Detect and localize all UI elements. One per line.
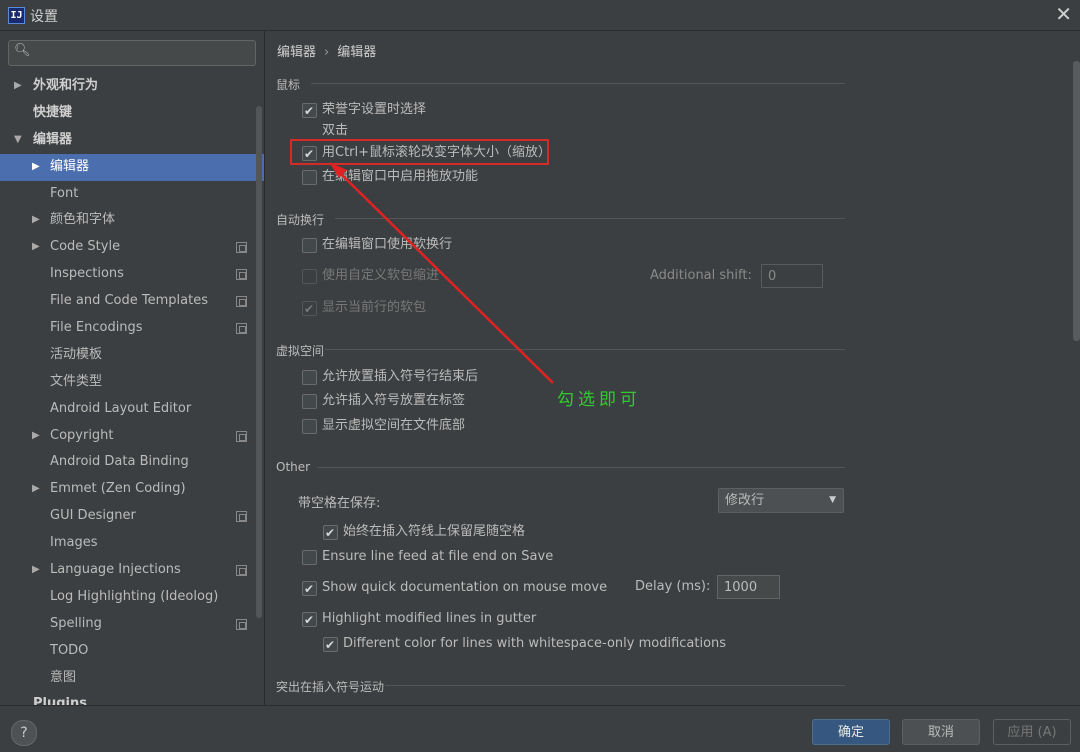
- tree-item-label: Emmet (Zen Coding): [50, 481, 186, 497]
- tree-item-label: Spelling: [50, 615, 102, 631]
- project-settings-icon: [236, 565, 247, 577]
- chevron-down-icon[interactable]: ▼: [14, 127, 22, 154]
- project-settings-icon: [236, 296, 247, 308]
- search-icon: 🔍︎: [14, 43, 31, 58]
- tree-item-label: Images: [50, 535, 98, 551]
- tree-item-label: Plugins: [33, 696, 87, 705]
- project-settings-icon: [236, 323, 247, 335]
- tree-item[interactable]: Inspections: [0, 261, 264, 288]
- search-input[interactable]: 🔍︎: [8, 40, 256, 66]
- tree-item-label: File Encodings: [50, 320, 143, 336]
- tree-item[interactable]: Images: [0, 530, 264, 557]
- chevron-right-icon[interactable]: ▶: [32, 423, 40, 450]
- tree-item-label: 文件类型: [50, 373, 103, 389]
- tree-item-label: Code Style: [50, 239, 121, 255]
- tree-item-label: 快捷键: [33, 104, 73, 120]
- tree-item[interactable]: GUI Designer: [0, 503, 264, 530]
- project-settings-icon: [236, 618, 247, 630]
- apply-button[interactable]: 应用 (A): [993, 719, 1071, 745]
- chevron-right-icon[interactable]: ▶: [32, 557, 40, 584]
- tree-item[interactable]: File Encodings: [0, 315, 264, 342]
- tree-item-label: Font: [50, 185, 79, 201]
- tree-item[interactable]: ▶ Copyright: [0, 423, 264, 450]
- title-bar: IJ 设置 ✕: [0, 0, 1080, 31]
- tree-item-label: 编辑器: [50, 158, 90, 174]
- tree-item[interactable]: ▶ Language Injections: [0, 557, 264, 584]
- settings-tree: ▶ 外观和行为快捷键 ▼ 编辑器 ▶ 编辑器 Font ▶ 颜色和字体 ▶ Code Style In…: [0, 73, 264, 705]
- tree-item-label: Copyright: [50, 427, 114, 443]
- tree-item-label: 颜色和字体: [50, 212, 116, 228]
- chevron-right-icon[interactable]: ▶: [32, 234, 40, 261]
- project-settings-icon: [236, 430, 247, 442]
- window-title: 设置: [30, 9, 58, 25]
- chevron-right-icon[interactable]: ▶: [32, 207, 40, 234]
- tree-item[interactable]: TODO: [0, 638, 264, 665]
- tree-item-label: Inspections: [50, 266, 124, 282]
- settings-content: 编辑器›编辑器 鼠标 荣誉字设置时选择 双击 用Ctrl+鼠标滚轮改变字体大小（…: [265, 31, 1080, 705]
- tree-item-label: 外观和行为: [33, 78, 99, 93]
- settings-sidebar: 🔍︎ ▶ 外观和行为快捷键 ▼ 编辑器 ▶ 编辑器 Font ▶ 颜色和字体 ▶ Code Styl…: [0, 31, 265, 705]
- tree-item-label: 意图: [50, 669, 77, 685]
- tree-item-label: GUI Designer: [50, 508, 136, 524]
- annotation-text: 勾选即可: [557, 390, 641, 410]
- chevron-right-icon[interactable]: ▶: [32, 154, 40, 181]
- project-settings-icon: [236, 269, 247, 281]
- tree-item[interactable]: 意图: [0, 665, 264, 692]
- tree-item[interactable]: ▶ 外观和行为: [0, 73, 264, 100]
- ok-button[interactable]: 确定: [812, 719, 890, 745]
- tree-item-label: Android Data Binding: [50, 454, 189, 470]
- tree-item-label: File and Code Templates: [50, 293, 208, 309]
- tree-item[interactable]: ▶ 编辑器: [0, 153, 264, 181]
- tree-item-label: Log Highlighting (Ideolog): [50, 588, 219, 604]
- tree-item[interactable]: ▶ Emmet (Zen Coding): [0, 476, 264, 503]
- tree-item-label: 活动模板: [50, 346, 103, 362]
- tree-item-label: Android Layout Editor: [50, 400, 192, 416]
- chevron-right-icon[interactable]: ▶: [14, 73, 22, 100]
- tree-item[interactable]: Android Layout Editor: [0, 396, 264, 423]
- project-settings-icon: [236, 242, 247, 254]
- project-settings-icon: [236, 511, 247, 523]
- tree-item[interactable]: Log Highlighting (Ideolog): [0, 584, 264, 611]
- arrow-shaft: [336, 169, 554, 384]
- tree-item[interactable]: Font: [0, 181, 264, 208]
- annotation-arrow: [329, 162, 554, 384]
- tree-item[interactable]: 活动模板: [0, 342, 264, 369]
- tree-item[interactable]: Android Data Binding: [0, 449, 264, 476]
- tree-item[interactable]: Plugins: [0, 691, 264, 705]
- tree-item-label: TODO: [50, 642, 89, 658]
- tree-item-label: 编辑器: [33, 131, 73, 147]
- tree-item-label: Language Injections: [50, 562, 181, 578]
- tree-item[interactable]: 文件类型: [0, 369, 264, 396]
- tree-item[interactable]: ▼ 编辑器: [0, 127, 264, 154]
- tree-item[interactable]: 快捷键: [0, 100, 264, 127]
- chevron-right-icon[interactable]: ▶: [32, 476, 40, 503]
- close-icon[interactable]: ✕: [1055, 2, 1072, 26]
- sidebar-scrollbar[interactable]: [256, 106, 262, 618]
- cancel-button[interactable]: 取消: [902, 719, 980, 745]
- dialog-footer: ? 确定 取消 应用 (A): [0, 705, 1080, 752]
- tree-item[interactable]: ▶ 颜色和字体: [0, 207, 264, 234]
- tree-item[interactable]: File and Code Templates: [0, 288, 264, 315]
- tree-item[interactable]: ▶ Code Style: [0, 234, 264, 261]
- tree-item[interactable]: Spelling: [0, 611, 264, 638]
- help-button[interactable]: ?: [11, 720, 37, 746]
- intellij-app-icon: IJ: [8, 7, 25, 24]
